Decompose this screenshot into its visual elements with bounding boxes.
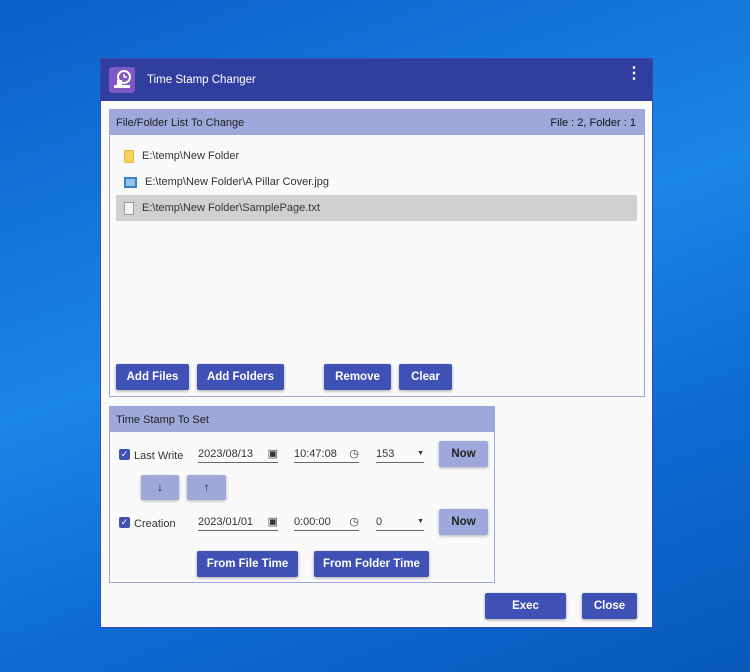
calendar-icon[interactable]: ▣ bbox=[268, 447, 278, 460]
list-item[interactable]: E:\temp\New Folder\A Pillar Cover.jpg bbox=[116, 169, 637, 195]
list-item[interactable]: E:\temp\New Folder\SamplePage.txt bbox=[116, 195, 637, 221]
dropdown-arrow-icon: ▼ bbox=[417, 450, 424, 457]
timestamp-header: Time Stamp To Set bbox=[110, 407, 494, 432]
image-file-icon bbox=[124, 176, 137, 188]
last-write-checkbox[interactable]: ✓ bbox=[119, 449, 130, 460]
last-write-now-button[interactable]: Now bbox=[439, 441, 488, 467]
creation-time-input[interactable]: 0:00:00 ◷ bbox=[294, 513, 359, 531]
item-path: E:\temp\New Folder\A Pillar Cover.jpg bbox=[145, 176, 330, 188]
last-write-date-input[interactable]: 2023/08/13 ▣ bbox=[198, 445, 278, 463]
ms-value: 153 bbox=[376, 447, 395, 460]
last-write-label: Last Write bbox=[134, 450, 184, 462]
date-value: 2023/08/13 bbox=[198, 447, 254, 460]
exec-button[interactable]: Exec bbox=[485, 593, 566, 619]
dropdown-arrow-icon: ▼ bbox=[417, 518, 424, 525]
file-count: File : 2, Folder : 1 bbox=[550, 117, 636, 129]
file-list-header: File/Folder List To Change File : 2, Fol… bbox=[110, 110, 644, 135]
list-item[interactable]: E:\temp\New Folder bbox=[116, 143, 637, 169]
close-button[interactable]: Close bbox=[582, 593, 637, 619]
timestamp-panel: Time Stamp To Set ✓ Last Write 2023/08/1… bbox=[109, 406, 495, 583]
remove-button[interactable]: Remove bbox=[324, 364, 391, 390]
title-bar: Time Stamp Changer ⋮ bbox=[101, 59, 652, 101]
last-write-ms-select[interactable]: 153 ▼ bbox=[376, 445, 424, 463]
ms-value: 0 bbox=[376, 515, 383, 528]
file-list-title: File/Folder List To Change bbox=[116, 117, 245, 129]
copy-down-button[interactable]: ↓ bbox=[141, 475, 179, 500]
from-folder-time-button[interactable]: From Folder Time bbox=[314, 551, 429, 577]
creation-now-button[interactable]: Now bbox=[439, 509, 488, 535]
time-value: 0:00:00 bbox=[294, 515, 331, 528]
time-value: 10:47:08 bbox=[294, 447, 337, 460]
add-files-button[interactable]: Add Files bbox=[116, 364, 189, 390]
folder-icon bbox=[124, 149, 134, 163]
from-file-time-button[interactable]: From File Time bbox=[197, 551, 298, 577]
clear-button[interactable]: Clear bbox=[399, 364, 452, 390]
creation-date-input[interactable]: 2023/01/01 ▣ bbox=[198, 513, 278, 531]
text-file-icon bbox=[124, 201, 134, 215]
add-folders-button[interactable]: Add Folders bbox=[197, 364, 284, 390]
window-title: Time Stamp Changer bbox=[147, 74, 256, 86]
creation-label: Creation bbox=[134, 518, 176, 530]
copy-up-button[interactable]: ↑ bbox=[187, 475, 226, 500]
date-value: 2023/01/01 bbox=[198, 515, 254, 528]
item-path: E:\temp\New Folder bbox=[142, 150, 240, 162]
creation-checkbox[interactable]: ✓ bbox=[119, 517, 130, 528]
app-window: Time Stamp Changer ⋮ File/Folder List To… bbox=[100, 58, 653, 628]
creation-ms-select[interactable]: 0 ▼ bbox=[376, 513, 424, 531]
item-path: E:\temp\New Folder\SamplePage.txt bbox=[142, 202, 320, 214]
calendar-icon[interactable]: ▣ bbox=[268, 515, 278, 528]
last-write-time-input[interactable]: 10:47:08 ◷ bbox=[294, 445, 359, 463]
clock-icon[interactable]: ◷ bbox=[349, 515, 359, 528]
more-menu-icon[interactable]: ⋮ bbox=[626, 66, 642, 82]
clock-icon[interactable]: ◷ bbox=[349, 447, 359, 460]
file-list-panel: File/Folder List To Change File : 2, Fol… bbox=[109, 109, 645, 397]
app-logo-icon bbox=[109, 67, 135, 93]
